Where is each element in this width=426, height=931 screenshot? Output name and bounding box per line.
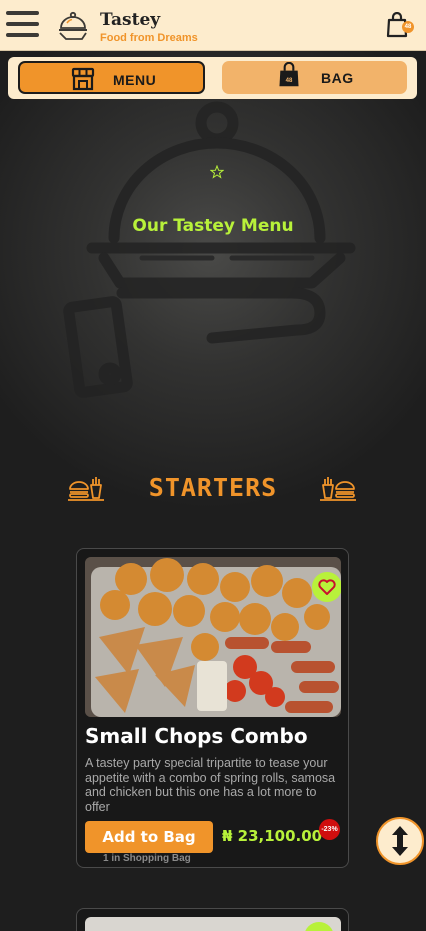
favorite-button[interactable] bbox=[312, 572, 341, 602]
section-title: STARTERS bbox=[148, 473, 278, 502]
storefront-icon bbox=[71, 67, 95, 91]
product-image[interactable] bbox=[85, 557, 341, 717]
bag-status-text: 1 in Shopping Bag bbox=[103, 853, 191, 864]
cart-count-badge: 48 bbox=[402, 21, 414, 33]
header-cart-button[interactable]: 48 bbox=[386, 11, 414, 40]
hero-title: Our Tastey Menu bbox=[132, 216, 294, 236]
product-name[interactable]: Small Chops Combo bbox=[85, 724, 308, 748]
nav-tabs: MENU 48 BAG bbox=[8, 57, 417, 99]
star-icon bbox=[210, 165, 224, 179]
brand-title[interactable]: Tastey bbox=[100, 10, 160, 30]
serving-cloche-icon bbox=[59, 11, 87, 40]
shopping-bag-icon: 48 bbox=[279, 62, 299, 87]
burger-fries-icon bbox=[320, 477, 356, 501]
tab-bag-label: BAG bbox=[321, 70, 354, 86]
bag-tab-badge: 48 bbox=[286, 78, 293, 84]
vertical-arrows-icon bbox=[392, 826, 408, 856]
heart-icon bbox=[318, 579, 336, 595]
tab-menu-label: MENU bbox=[113, 72, 157, 88]
hand-serving-cloche-icon bbox=[63, 101, 356, 398]
hamburger-icon[interactable] bbox=[6, 11, 39, 41]
product-image[interactable] bbox=[85, 917, 341, 931]
add-to-bag-button[interactable]: Add to Bag bbox=[85, 821, 213, 853]
product-card: Small Chops Combo A tastey party special… bbox=[76, 548, 349, 868]
product-price: ₦ 23,100.00 bbox=[222, 827, 323, 845]
scroll-toggle-button[interactable] bbox=[376, 817, 424, 865]
small-chops-photo bbox=[85, 557, 341, 717]
discount-badge: -23% bbox=[319, 819, 340, 840]
brand-subtitle: Food from Dreams bbox=[100, 32, 198, 44]
tab-menu[interactable]: MENU bbox=[18, 61, 205, 94]
tab-bag[interactable]: 48 BAG bbox=[222, 61, 407, 94]
app-header: Tastey Food from Dreams 48 bbox=[0, 0, 426, 51]
product-card bbox=[76, 908, 349, 931]
product-description: A tastey party special tripartite to tea… bbox=[85, 756, 336, 814]
